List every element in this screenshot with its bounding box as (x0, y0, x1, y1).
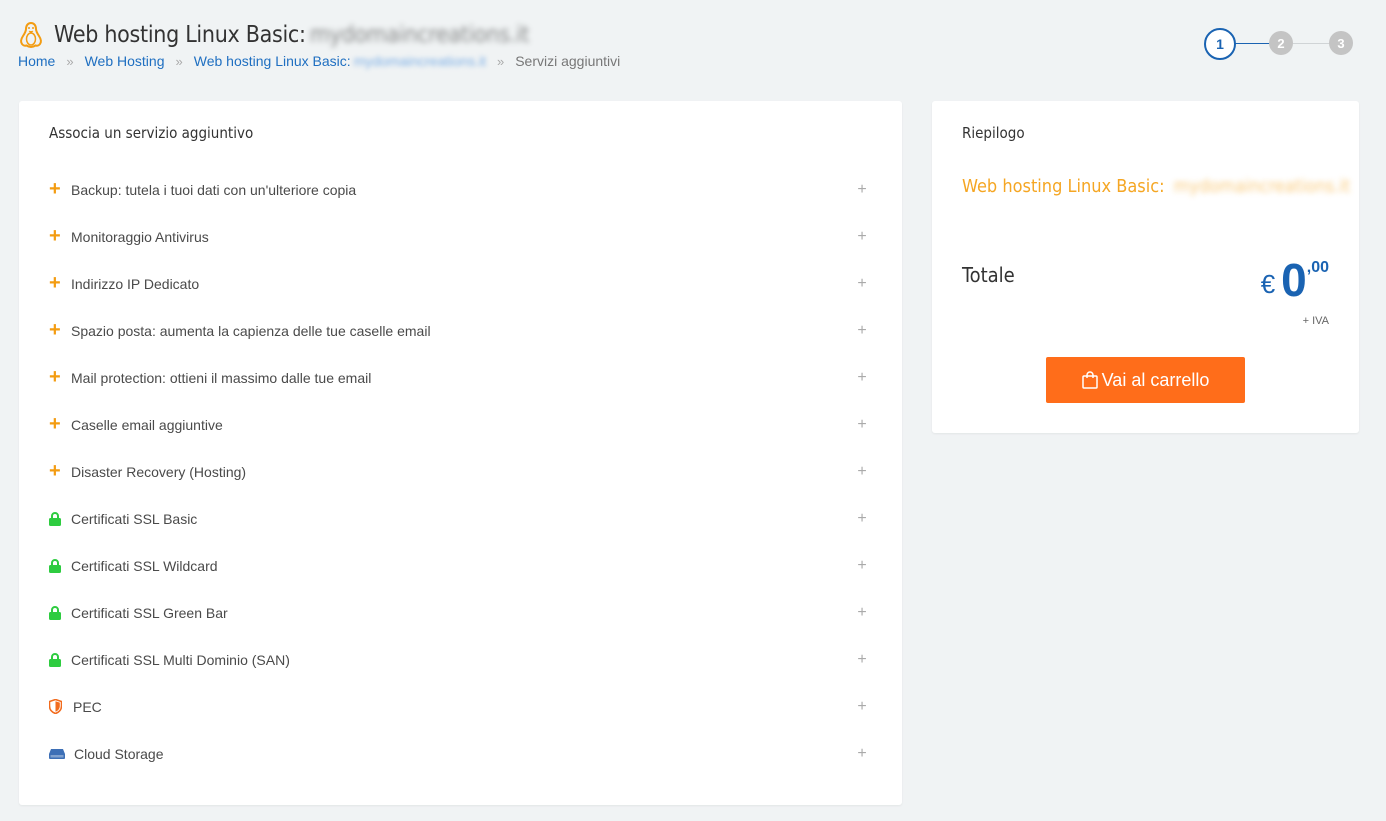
expand-plus-icon[interactable]: + (852, 181, 872, 199)
total-label: Totale (962, 263, 1015, 287)
service-label: Certificati SSL Multi Dominio (SAN) (71, 651, 290, 668)
lock-icon (49, 511, 71, 526)
plus-icon: + (49, 224, 61, 247)
expand-plus-icon[interactable]: + (852, 745, 872, 763)
linux-tux-icon (20, 21, 42, 49)
vat-note: + IVA (1302, 315, 1329, 327)
plus-icon: + (49, 318, 61, 341)
service-item-ssl-wildcard[interactable]: Certificati SSL Wildcard + (49, 542, 872, 589)
services-card-title: Associa un servizio aggiuntivo (49, 124, 254, 142)
service-item-extra-mailboxes[interactable]: + Caselle email aggiuntive + (49, 401, 872, 448)
plus-icon: + (49, 365, 61, 388)
service-label: Spazio posta: aumenta la capienza delle … (71, 322, 431, 339)
step-connector-active (1234, 43, 1270, 44)
price-decimal: ,00 (1306, 259, 1329, 276)
service-item-dedicated-ip[interactable]: + Indirizzo IP Dedicato + (49, 260, 872, 307)
service-label: PEC (73, 698, 102, 715)
plus-icon: + (49, 412, 61, 435)
page-title: Web hosting Linux Basic: (54, 22, 306, 48)
service-list: + Backup: tutela i tuoi dati con un'ulte… (49, 166, 872, 777)
service-label: Certificati SSL Wildcard (71, 557, 218, 574)
expand-plus-icon[interactable]: + (852, 651, 872, 669)
expand-plus-icon[interactable]: + (852, 369, 872, 387)
service-label: Backup: tutela i tuoi dati con un'ulteri… (71, 181, 357, 198)
breadcrumb-product-domain-blurred: mydomaincreations.it (353, 53, 486, 69)
service-label: Disaster Recovery (Hosting) (71, 463, 247, 480)
expand-plus-icon[interactable]: + (852, 510, 872, 528)
expand-plus-icon[interactable]: + (852, 322, 872, 340)
expand-plus-icon[interactable]: + (852, 228, 872, 246)
shopping-bag-icon (1081, 371, 1098, 389)
service-label: Mail protection: ottieni il massimo dall… (71, 369, 372, 386)
service-label: Cloud Storage (74, 745, 164, 762)
service-item-cloud-storage[interactable]: Cloud Storage + (49, 730, 872, 777)
breadcrumb-separator: » (175, 53, 183, 69)
breadcrumb-product-label: Web hosting Linux Basic: (193, 53, 351, 69)
price-currency: € (1260, 269, 1276, 299)
service-item-pec[interactable]: PEC + (49, 683, 872, 730)
shield-icon (49, 699, 71, 714)
title-row: Web hosting Linux Basic: mydomaincreatio… (18, 18, 620, 52)
service-item-antivirus[interactable]: + Monitoraggio Antivirus + (49, 213, 872, 260)
lock-icon (49, 558, 71, 573)
expand-plus-icon[interactable]: + (852, 604, 872, 622)
step-3-indicator: 3 (1329, 31, 1353, 55)
plus-icon: + (49, 271, 61, 294)
service-item-ssl-multi-domain[interactable]: Certificati SSL Multi Dominio (SAN) + (49, 636, 872, 683)
summary-product-name: Web hosting Linux Basic: mydomaincreatio… (962, 176, 1350, 197)
service-item-mail-space[interactable]: + Spazio posta: aumenta la capienza dell… (49, 307, 872, 354)
page-title-domain-blurred: mydomaincreations.it (309, 22, 530, 48)
price-integer: 0 (1281, 254, 1307, 306)
go-to-cart-label: Vai al carrello (1101, 369, 1210, 390)
breadcrumb-current: Servizi aggiuntivi (515, 53, 621, 69)
breadcrumb-web-hosting-link[interactable]: Web Hosting (85, 53, 165, 69)
step-connector (1292, 43, 1330, 44)
service-label: Caselle email aggiuntive (71, 416, 223, 433)
plus-icon: + (49, 177, 61, 200)
service-label: Certificati SSL Basic (71, 510, 198, 527)
checkout-steps: 1 2 3 (1204, 28, 1354, 62)
go-to-cart-button[interactable]: Vai al carrello (1046, 357, 1245, 403)
service-item-mail-protection[interactable]: + Mail protection: ottieni il massimo da… (49, 354, 872, 401)
plus-icon: + (49, 459, 61, 482)
summary-card-title: Riepilogo (962, 124, 1025, 142)
service-label: Monitoraggio Antivirus (71, 228, 209, 245)
hard-drive-icon (49, 748, 74, 759)
breadcrumb-separator: » (496, 53, 505, 69)
summary-card: Riepilogo Web hosting Linux Basic: mydom… (932, 101, 1359, 433)
breadcrumb-separator: » (66, 53, 74, 69)
additional-services-card: Associa un servizio aggiuntivo + Backup:… (19, 101, 902, 805)
service-item-ssl-basic[interactable]: Certificati SSL Basic + (49, 495, 872, 542)
service-label: Certificati SSL Green Bar (71, 604, 228, 621)
expand-plus-icon[interactable]: + (852, 557, 872, 575)
service-item-backup[interactable]: + Backup: tutela i tuoi dati con un'ulte… (49, 166, 872, 213)
summary-product-domain-blurred: mydomaincreations.it (1173, 176, 1351, 197)
expand-plus-icon[interactable]: + (852, 463, 872, 481)
step-2-indicator: 2 (1269, 31, 1293, 55)
total-price: € 0 ,00 (1261, 257, 1329, 303)
service-item-disaster-recovery[interactable]: + Disaster Recovery (Hosting) + (49, 448, 872, 495)
breadcrumb-product-link[interactable]: Web hosting Linux Basic: mydomaincreation… (194, 53, 486, 69)
step-1-indicator: 1 (1204, 28, 1236, 60)
expand-plus-icon[interactable]: + (852, 416, 872, 434)
service-item-ssl-green-bar[interactable]: Certificati SSL Green Bar + (49, 589, 872, 636)
summary-product-label: Web hosting Linux Basic: (962, 176, 1165, 197)
expand-plus-icon[interactable]: + (852, 698, 872, 716)
breadcrumb-home-link[interactable]: Home (18, 53, 55, 69)
page-header: Web hosting Linux Basic: mydomaincreatio… (18, 18, 620, 69)
lock-icon (49, 652, 71, 667)
expand-plus-icon[interactable]: + (852, 275, 872, 293)
breadcrumb: Home » Web Hosting » Web hosting Linux B… (18, 53, 620, 69)
service-label: Indirizzo IP Dedicato (71, 275, 200, 292)
lock-icon (49, 605, 71, 620)
